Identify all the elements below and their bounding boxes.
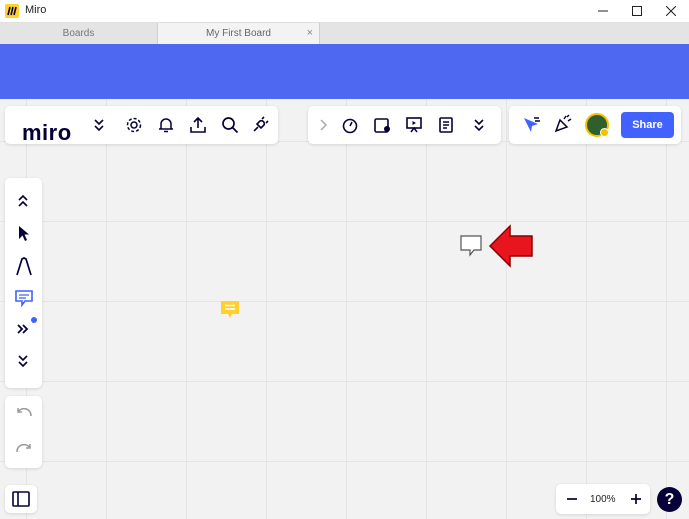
notification-dot: [31, 317, 37, 323]
close-icon: [666, 6, 676, 16]
window-title: Miro: [25, 4, 47, 16]
top-banner: [0, 44, 689, 99]
search-icon[interactable]: [221, 116, 239, 134]
tab-my-first-board[interactable]: My First Board ×: [158, 23, 320, 44]
maximize-icon: [632, 6, 642, 16]
comment-pin-icon[interactable]: [219, 300, 241, 320]
miro-app-icon: [5, 4, 19, 18]
share-button[interactable]: Share: [621, 112, 674, 138]
tab-label: Boards: [62, 28, 95, 39]
tab-close-icon[interactable]: ×: [307, 23, 313, 44]
bell-icon[interactable]: [157, 116, 175, 134]
minimize-icon: [598, 10, 608, 12]
pen-icon[interactable]: [14, 256, 34, 276]
chevron-double-down-icon[interactable]: [17, 354, 29, 368]
zoom-level[interactable]: 100%: [590, 494, 616, 505]
redo-icon[interactable]: [15, 442, 33, 456]
tab-label: My First Board: [205, 28, 271, 39]
red-arrow-icon: [488, 224, 533, 268]
miro-logo[interactable]: miro: [22, 120, 72, 146]
chevron-double-up-icon[interactable]: [17, 194, 29, 208]
board-canvas[interactable]: [0, 99, 689, 519]
notes-icon[interactable]: [437, 116, 455, 134]
select-icon[interactable]: [16, 225, 32, 243]
comment-cursor-icon: [460, 235, 482, 257]
tab-boards[interactable]: Boards: [0, 23, 158, 44]
sidebar-toggle-icon[interactable]: [12, 491, 30, 507]
party-icon[interactable]: [553, 114, 573, 134]
help-button[interactable]: ?: [657, 487, 682, 512]
maximize-button[interactable]: [620, 0, 654, 23]
settings-icon[interactable]: [125, 116, 143, 134]
more-tools-icon[interactable]: [16, 322, 30, 336]
zoom-in-icon[interactable]: [630, 493, 642, 505]
cursor-reactions-icon[interactable]: [521, 115, 541, 134]
undo-icon[interactable]: [15, 406, 33, 420]
tab-bar: Boards My First Board ×: [0, 23, 689, 44]
timer-icon[interactable]: [341, 116, 359, 134]
comment-icon[interactable]: [14, 289, 34, 307]
presentation-icon[interactable]: [405, 116, 423, 134]
zoom-out-icon[interactable]: [566, 493, 578, 505]
online-status-dot: [600, 128, 609, 137]
upload-icon[interactable]: [189, 116, 207, 134]
chevron-right-icon[interactable]: [318, 118, 328, 132]
chevron-double-down-icon[interactable]: [473, 118, 485, 132]
plug-icon[interactable]: [251, 115, 270, 134]
minimize-button[interactable]: [586, 0, 620, 23]
close-window-button[interactable]: [654, 0, 688, 23]
chevron-double-down-icon[interactable]: [93, 118, 105, 132]
window-titlebar: Miro: [0, 0, 689, 23]
card-icon[interactable]: [373, 116, 391, 134]
